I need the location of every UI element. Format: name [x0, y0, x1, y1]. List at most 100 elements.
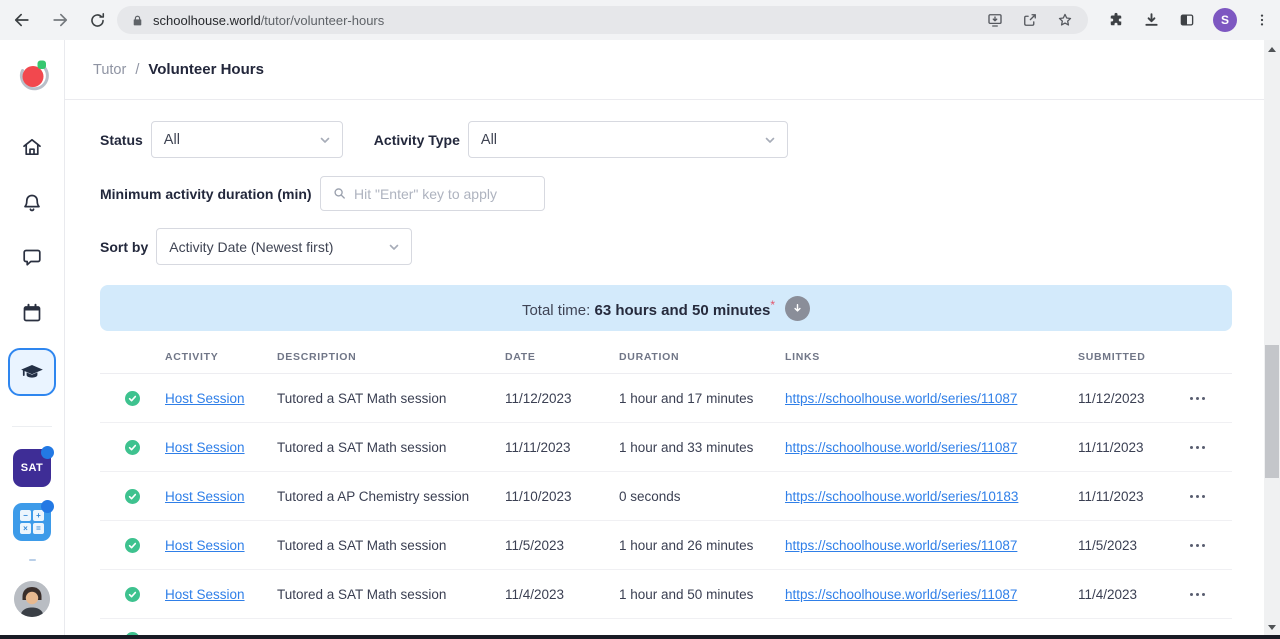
bookmark-star-icon[interactable]: [1056, 11, 1074, 29]
min-duration-input-wrap: [320, 176, 545, 211]
download-arrow-icon: [791, 302, 804, 315]
min-duration-label: Minimum activity duration (min): [100, 186, 312, 202]
activity-link[interactable]: Host Session: [165, 440, 245, 455]
filter-row-2: Minimum activity duration (min): [100, 176, 1232, 211]
table-row: Host Session Tutored a AP Chemistry sess…: [100, 472, 1232, 521]
math-notification-dot: [41, 500, 54, 513]
scrollbar-thumb[interactable]: [1265, 345, 1279, 478]
scrollbar-up-arrow[interactable]: [1268, 47, 1276, 52]
date-cell: 11/11/2023: [505, 440, 619, 455]
browser-toolbar: schoolhouse.world/tutor/volunteer-hours …: [0, 0, 1280, 40]
sat-badge-label: SAT: [21, 462, 43, 474]
series-link[interactable]: https://schoolhouse.world/series/11087: [785, 587, 1017, 602]
activity-link[interactable]: Host Session: [165, 489, 245, 504]
table-row: Host Session Tutored a SAT Math session …: [100, 521, 1232, 570]
description-cell: Tutored a SAT Math session: [277, 538, 505, 553]
series-link[interactable]: https://schoolhouse.world/series/11087: [785, 538, 1017, 553]
filter-row-1: Status All Activity Type All: [100, 121, 1232, 158]
table-row: Host Session Tutored a SAT Math session …: [100, 570, 1232, 619]
address-bar[interactable]: schoolhouse.world/tutor/volunteer-hours: [117, 6, 1088, 34]
series-link[interactable]: https://schoolhouse.world/series/10183: [785, 489, 1018, 504]
sidebar-item-tutor-active[interactable]: [8, 348, 56, 396]
install-app-icon[interactable]: [986, 11, 1004, 29]
sort-by-select-value: Activity Date (Newest first): [169, 239, 333, 255]
user-avatar[interactable]: [14, 581, 50, 617]
reload-icon[interactable]: [88, 11, 107, 30]
date-cell: 11/10/2023: [505, 489, 619, 504]
col-activity: ACTIVITY: [165, 351, 277, 363]
browser-profile-avatar[interactable]: S: [1213, 8, 1237, 32]
status-select[interactable]: All: [151, 121, 343, 158]
activity-link[interactable]: Host Session: [165, 538, 245, 553]
math-calculator-badge[interactable]: −+×=: [13, 503, 51, 541]
download-report-button[interactable]: [785, 296, 810, 321]
col-submitted: SUBMITTED: [1078, 351, 1190, 363]
app-sidebar: SAT −+×=: [0, 40, 65, 639]
row-menu-button[interactable]: [1190, 589, 1232, 600]
row-menu-button[interactable]: [1190, 442, 1232, 453]
total-time-banner: Total time: 63 hours and 50 minutes*: [100, 285, 1232, 331]
url-text: schoolhouse.world/tutor/volunteer-hours: [153, 13, 384, 28]
description-cell: Tutored a AP Chemistry session: [277, 489, 505, 504]
calendar-icon[interactable]: [20, 301, 44, 325]
col-links: LINKS: [785, 351, 1078, 363]
description-cell: Tutored a SAT Math session: [277, 587, 505, 602]
series-link[interactable]: https://schoolhouse.world/series/11087: [785, 391, 1017, 406]
table-header-row: ACTIVITY DESCRIPTION DATE DURATION LINKS…: [100, 351, 1232, 374]
approved-check-icon: [125, 489, 140, 504]
activity-link[interactable]: Host Session: [165, 391, 245, 406]
share-icon[interactable]: [1021, 11, 1039, 29]
activity-type-select[interactable]: All: [468, 121, 788, 158]
row-menu-button[interactable]: [1190, 491, 1232, 502]
submitted-cell: 11/11/2023: [1078, 440, 1190, 455]
date-cell: 11/4/2023: [505, 587, 619, 602]
asterisk: *: [770, 298, 775, 312]
notifications-bell-icon[interactable]: [20, 191, 44, 215]
back-icon[interactable]: [12, 10, 32, 30]
activity-link[interactable]: Host Session: [165, 587, 245, 602]
approved-check-icon: [125, 440, 140, 455]
sidebar-divider: [12, 426, 52, 427]
schoolhouse-logo[interactable]: [14, 59, 50, 95]
row-menu-button[interactable]: [1190, 540, 1232, 551]
page-title: Volunteer Hours: [148, 61, 264, 78]
chevron-down-icon: [318, 133, 332, 147]
filter-row-3: Sort by Activity Date (Newest first): [100, 228, 1232, 265]
col-description: DESCRIPTION: [277, 351, 505, 363]
activity-type-label: Activity Type: [374, 132, 460, 148]
downloads-icon[interactable]: [1142, 11, 1161, 30]
min-duration-input[interactable]: [354, 186, 532, 202]
home-icon[interactable]: [20, 135, 44, 159]
sort-by-select[interactable]: Activity Date (Newest first): [156, 228, 412, 265]
sat-badge[interactable]: SAT: [13, 449, 51, 487]
series-link[interactable]: https://schoolhouse.world/series/11087: [785, 440, 1017, 455]
approved-check-icon: [125, 538, 140, 553]
lock-icon: [131, 13, 144, 28]
description-cell: Tutored a SAT Math session: [277, 391, 505, 406]
status-label: Status: [100, 132, 143, 148]
scrollbar-down-arrow[interactable]: [1268, 625, 1276, 630]
page-header: Tutor / Volunteer Hours: [65, 40, 1264, 100]
chevron-down-icon: [387, 240, 401, 254]
row-menu-button[interactable]: [1190, 393, 1232, 404]
search-icon: [333, 186, 346, 201]
table-row: Host Session Tutored a SAT Math session …: [100, 423, 1232, 472]
chrome-menu-icon[interactable]: [1254, 12, 1270, 28]
col-date: DATE: [505, 351, 619, 363]
calculator-icon: −+×=: [20, 510, 44, 534]
extensions-puzzle-icon[interactable]: [1107, 11, 1125, 29]
date-cell: 11/12/2023: [505, 391, 619, 406]
activity-type-select-value: All: [481, 132, 497, 148]
submitted-cell: 11/12/2023: [1078, 391, 1190, 406]
main-content: Tutor / Volunteer Hours Status All Activ…: [65, 40, 1264, 639]
page-scrollbar[interactable]: [1264, 40, 1280, 639]
chevron-down-icon: [763, 133, 777, 147]
messages-chat-icon[interactable]: [20, 245, 44, 269]
submitted-cell: 11/5/2023: [1078, 538, 1190, 553]
volunteer-hours-table: ACTIVITY DESCRIPTION DATE DURATION LINKS…: [100, 351, 1232, 639]
sort-by-label: Sort by: [100, 239, 148, 255]
forward-icon[interactable]: [50, 10, 70, 30]
side-panel-icon[interactable]: [1178, 11, 1196, 29]
approved-check-icon: [125, 391, 140, 406]
breadcrumb-parent[interactable]: Tutor: [93, 62, 126, 78]
